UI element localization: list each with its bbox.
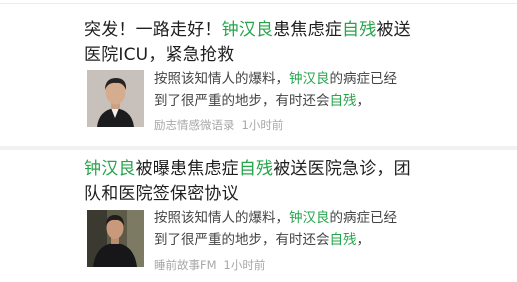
result-thumbnail[interactable]	[87, 70, 144, 127]
result-snippet: 按照该知情人的爆料，钟汉良的病症已经到了很严重的地步，有时还会自残，	[154, 207, 406, 251]
result-title[interactable]: 突发！一路走好！钟汉良患焦虑症自残被送医院ICU，紧急抢救	[84, 18, 424, 68]
highlighted-keyword: 自残	[329, 93, 357, 109]
highlighted-keyword: 钟汉良	[289, 71, 330, 87]
result-meta: 睡前故事FM 1小时前	[154, 257, 265, 273]
highlighted-keyword: 钟汉良	[221, 20, 274, 40]
result-title[interactable]: 钟汉良被曝患焦虑症自残被送医院急诊，团队和医院签保密协议	[84, 157, 424, 207]
text-segment: 患焦虑症	[273, 20, 343, 40]
result-source[interactable]: 励志情感微语录	[154, 118, 235, 132]
portrait-image	[87, 210, 144, 267]
result-thumbnail[interactable]	[87, 210, 144, 267]
result-meta: 励志情感微语录 1小时前	[154, 117, 283, 133]
highlighted-keyword: 自残	[238, 159, 274, 179]
highlighted-keyword: 自残	[342, 20, 377, 40]
text-segment: 被曝患焦虑症	[135, 159, 239, 179]
result-source[interactable]: 睡前故事FM	[154, 258, 217, 272]
highlighted-keyword: 钟汉良	[84, 159, 136, 179]
text-segment: ，	[356, 232, 371, 248]
search-result[interactable]: 钟汉良被曝患焦虑症自残被送医院急诊，团队和医院签保密协议 按照该知情人的爆料，钟…	[84, 153, 424, 281]
result-time: 1小时前	[223, 258, 266, 272]
text-segment: ，	[356, 93, 371, 109]
result-separator	[0, 146, 517, 150]
result-snippet: 按照该知情人的爆料，钟汉良的病症已经到了很严重的地步，有时还会自残，	[154, 68, 406, 112]
highlighted-keyword: 自残	[329, 232, 357, 248]
text-segment: 按照该知情人的爆料，	[154, 71, 289, 87]
search-result[interactable]: 突发！一路走好！钟汉良患焦虑症自残被送医院ICU，紧急抢救 按照该知情人的爆料，…	[84, 14, 424, 144]
text-segment: 突发！一路走好！	[84, 20, 222, 40]
portrait-image	[87, 70, 144, 127]
highlighted-keyword: 钟汉良	[289, 210, 330, 226]
top-divider	[0, 3, 517, 4]
result-time: 1小时前	[241, 118, 284, 132]
text-segment: 按照该知情人的爆料，	[154, 210, 289, 226]
